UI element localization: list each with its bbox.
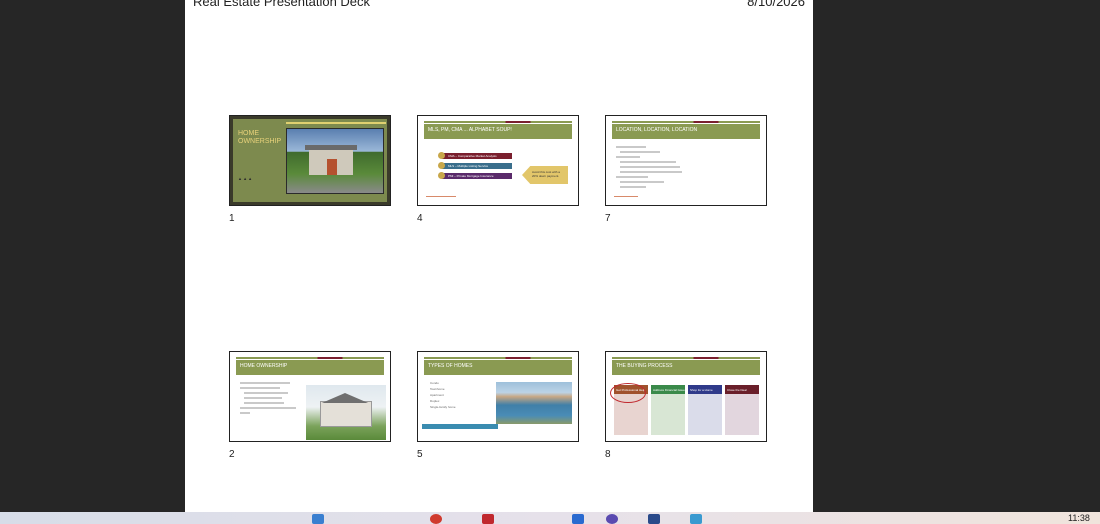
slide-thumbnail-1[interactable]: HOME OWNERSHIP ▲ ▲ ▲ bbox=[229, 115, 391, 206]
taskbar-app-icon[interactable] bbox=[572, 514, 584, 524]
slide-number-5: 5 bbox=[417, 449, 423, 460]
slide-number-1: 1 bbox=[229, 213, 235, 224]
slide-thumbnail-7[interactable]: LOCATION, LOCATION, LOCATION bbox=[605, 115, 767, 206]
slide-4-callout: Avoid this cost with a 20% down payment. bbox=[532, 170, 560, 178]
logo-icon: ▲ ▲ ▲ bbox=[238, 176, 253, 181]
taskbar-clock[interactable]: 11:38 bbox=[1068, 513, 1090, 523]
slide-thumbnail-4[interactable]: MLS, PM, CMA ... ALPHABET SOUP! CMA – Co… bbox=[417, 115, 579, 206]
slide-7-title: LOCATION, LOCATION, LOCATION bbox=[616, 127, 698, 133]
house-photo bbox=[286, 128, 384, 194]
taskbar-app-icon[interactable] bbox=[648, 514, 660, 524]
step-label: Close the Deal bbox=[727, 388, 747, 392]
slide-4-title: MLS, PM, CMA ... ALPHABET SOUP! bbox=[428, 127, 512, 133]
taskbar-app-icon[interactable] bbox=[482, 514, 494, 524]
print-preview-page: Real Estate Presentation Deck 8/10/2026 … bbox=[185, 0, 813, 512]
slide-5-item: Single-family home bbox=[430, 405, 456, 409]
slide-thumbnail-5[interactable]: TYPES OF HOMES Condo Townhome Apartment … bbox=[417, 351, 579, 442]
slide-4-item: CMA – Comparative Market Analysis bbox=[448, 154, 497, 158]
slide-2-title: HOME OWNERSHIP bbox=[240, 363, 288, 369]
slide-5-title: TYPES OF HOMES bbox=[428, 363, 473, 369]
slide-8-title: THE BUYING PROCESS bbox=[616, 363, 673, 369]
slide-number-8: 8 bbox=[605, 449, 611, 460]
document-title: Real Estate Presentation Deck bbox=[193, 0, 371, 9]
slide-5-item: Duplex bbox=[430, 399, 440, 403]
slide-5-item: Apartment bbox=[430, 393, 444, 397]
slide-5-item: Condo bbox=[430, 381, 439, 385]
taskbar bbox=[0, 512, 1100, 524]
slide-1-title: HOME OWNERSHIP bbox=[238, 130, 282, 145]
house-photo bbox=[306, 385, 386, 440]
document-date: 8/10/2026 bbox=[747, 0, 805, 9]
taskbar-app-icon[interactable] bbox=[606, 514, 618, 524]
callout-arrow: Avoid this cost with a 20% down payment. bbox=[522, 166, 568, 184]
slide-thumbnail-8[interactable]: THE BUYING PROCESS Get Professional Help… bbox=[605, 351, 767, 442]
slide-number-7: 7 bbox=[605, 213, 611, 224]
waterfront-photo bbox=[496, 382, 572, 424]
annotation-circle bbox=[610, 383, 646, 403]
slide-4-item: MLS – Multiple Listing Service bbox=[448, 164, 489, 168]
slide-number-2: 2 bbox=[229, 449, 235, 460]
slide-4-item: PMI – Private Mortgage Insurance bbox=[448, 174, 494, 178]
caption-bar bbox=[422, 424, 498, 429]
taskbar-app-icon[interactable] bbox=[312, 514, 324, 524]
slide-5-item: Townhome bbox=[430, 387, 445, 391]
step-label: Shop for a Home bbox=[690, 388, 713, 392]
slide-number-4: 4 bbox=[417, 213, 423, 224]
taskbar-app-icon[interactable] bbox=[430, 514, 442, 524]
slide-thumbnail-2[interactable]: HOME OWNERSHIP bbox=[229, 351, 391, 442]
taskbar-app-icon[interactable] bbox=[690, 514, 702, 524]
step-label: Address Financial Issues bbox=[653, 388, 687, 392]
